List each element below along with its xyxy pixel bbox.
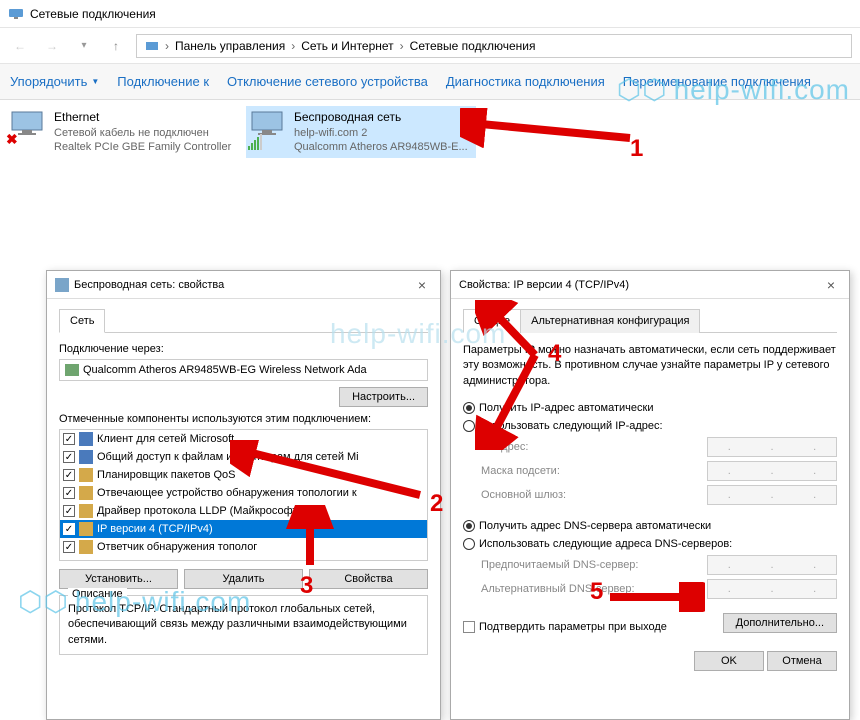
- disconnected-icon: ✖: [6, 131, 18, 148]
- content-area: ✖ Ethernet Сетевой кабель не подключен R…: [0, 100, 860, 620]
- crumb-network[interactable]: Сеть и Интернет: [301, 39, 393, 53]
- list-item: ✓Планировщик пакетов QoS: [60, 466, 427, 484]
- dns-alt-label: Альтернативный DNS-сервер:: [481, 583, 635, 595]
- list-item: ✓Ответчик обнаружения тополог: [60, 538, 427, 556]
- ip-address-input: ...: [707, 437, 837, 457]
- list-item-ipv4[interactable]: ✓IP версии 4 (TCP/IPv4): [60, 520, 427, 538]
- radio-ip-manual[interactable]: Использовать следующий IP-адрес:: [463, 417, 837, 435]
- install-button[interactable]: Установить...: [59, 569, 178, 589]
- ipv4-properties-dialog: Свойства: IP версии 4 (TCP/IPv4) × Общие…: [450, 270, 850, 720]
- adapter-name-text: Qualcomm Atheros AR9485WB-EG Wireless Ne…: [83, 364, 367, 376]
- tabs: Общие Альтернативная конфигурация: [463, 309, 837, 333]
- close-icon[interactable]: ×: [821, 275, 841, 295]
- adapter-status: Сетевой кабель не подключен: [54, 126, 231, 140]
- list-item: ✓Отвечающее устройство обнаружения топол…: [60, 484, 427, 502]
- annotation-1: 1: [630, 135, 643, 163]
- validate-checkbox[interactable]: Подтвердить параметры при выходе: [463, 621, 667, 633]
- subnet-mask-input: ...: [707, 461, 837, 481]
- crumb-connections[interactable]: Сетевые подключения: [410, 39, 536, 53]
- adapter-wireless[interactable]: Беспроводная сеть help-wifi.com 2 Qualco…: [246, 106, 476, 158]
- toolbar: Упорядочить▼ Подключение к Отключение се…: [0, 64, 860, 100]
- list-item: ✓Драйвер протокола LLDP (Майкрософт): [60, 502, 427, 520]
- close-icon[interactable]: ×: [412, 275, 432, 295]
- adapter-device: Qualcomm Atheros AR9485WB-E...: [294, 140, 468, 154]
- adapter-name: Беспроводная сеть: [294, 110, 468, 126]
- window-title: Сетевые подключения: [30, 7, 156, 21]
- dialog-titlebar: Беспроводная сеть: свойства ×: [47, 271, 440, 299]
- gateway-input: ...: [707, 485, 837, 505]
- network-icon: [8, 6, 24, 22]
- connect-using-label: Подключение через:: [59, 343, 428, 355]
- crumb-control-panel[interactable]: Панель управления: [175, 39, 285, 53]
- ok-button[interactable]: OK: [694, 651, 764, 671]
- tabs: Сеть: [59, 309, 428, 333]
- adapter-name: Ethernet: [54, 110, 231, 126]
- dialog-title-text: Свойства: IP версии 4 (TCP/IPv4): [459, 279, 629, 291]
- connect-to-menu[interactable]: Подключение к: [117, 74, 209, 89]
- rename-button[interactable]: Переименование подключения: [623, 74, 811, 89]
- dialog-title-text: Беспроводная сеть: свойства: [74, 279, 224, 291]
- annotation-4: 4: [548, 340, 561, 368]
- list-item: ✓Общий доступ к файлам и принтерам для с…: [60, 448, 427, 466]
- radio-dns-manual[interactable]: Использовать следующие адреса DNS-сервер…: [463, 535, 837, 553]
- wireless-properties-dialog: Беспроводная сеть: свойства × Сеть Подкл…: [46, 270, 441, 720]
- back-button[interactable]: ←: [8, 34, 32, 58]
- adapter-ethernet[interactable]: ✖ Ethernet Сетевой кабель не подключен R…: [6, 106, 236, 158]
- window-titlebar: Сетевые подключения: [0, 0, 860, 28]
- subnet-mask-label: Маска подсети:: [481, 465, 560, 477]
- address-bar[interactable]: › Панель управления › Сеть и Интернет › …: [136, 34, 852, 58]
- intro-text: Параметры IP можно назначать автоматичес…: [463, 343, 837, 389]
- wireless-icon: [250, 110, 288, 148]
- list-item: ✓Клиент для сетей Microsoft: [60, 430, 427, 448]
- ethernet-icon: ✖: [10, 110, 48, 148]
- network-adapter-icon: [55, 278, 69, 292]
- signal-icon: [248, 134, 262, 150]
- diagnose-button[interactable]: Диагностика подключения: [446, 74, 605, 89]
- dns-pref-input: ...: [707, 555, 837, 575]
- advanced-button[interactable]: Дополнительно...: [723, 613, 837, 633]
- cancel-button[interactable]: Отмена: [767, 651, 837, 671]
- folder-icon: [145, 39, 159, 53]
- description-text: Протокол TCP/IP. Стандартный протокол гл…: [68, 602, 419, 648]
- annotation-3: 3: [300, 572, 313, 600]
- organize-menu[interactable]: Упорядочить▼: [10, 74, 99, 89]
- annotation-5: 5: [590, 578, 603, 606]
- tab-alt-config[interactable]: Альтернативная конфигурация: [520, 309, 700, 333]
- gateway-label: Основной шлюз:: [481, 489, 566, 501]
- radio-dns-auto[interactable]: Получить адрес DNS-сервера автоматически: [463, 517, 837, 535]
- adapter-status: help-wifi.com 2: [294, 126, 468, 140]
- dns-pref-label: Предпочитаемый DNS-сервер:: [481, 559, 638, 571]
- nic-icon: [65, 364, 79, 376]
- recent-button[interactable]: ▾: [72, 34, 96, 58]
- description-box: Описание Протокол TCP/IP. Стандартный пр…: [59, 595, 428, 655]
- adapter-field: Qualcomm Atheros AR9485WB-EG Wireless Ne…: [59, 359, 428, 381]
- remove-button[interactable]: Удалить: [184, 569, 303, 589]
- dns-alt-input: ...: [707, 579, 837, 599]
- adapters-list: ✖ Ethernet Сетевой кабель не подключен R…: [6, 106, 854, 158]
- annotation-2: 2: [430, 490, 443, 518]
- ip-address-label: IP-адрес:: [481, 441, 528, 453]
- up-button[interactable]: ↑: [104, 34, 128, 58]
- components-list[interactable]: ✓Клиент для сетей Microsoft ✓Общий досту…: [59, 429, 428, 561]
- configure-button[interactable]: Настроить...: [339, 387, 428, 407]
- components-label: Отмеченные компоненты используются этим …: [59, 413, 428, 425]
- properties-button[interactable]: Свойства: [309, 569, 428, 589]
- description-title: Описание: [68, 588, 127, 600]
- forward-button[interactable]: →: [40, 34, 64, 58]
- radio-ip-auto[interactable]: Получить IP-адрес автоматически: [463, 399, 837, 417]
- disable-device-button[interactable]: Отключение сетевого устройства: [227, 74, 428, 89]
- navigation-bar: ← → ▾ ↑ › Панель управления › Сеть и Инт…: [0, 28, 860, 64]
- tab-general[interactable]: Общие: [463, 309, 521, 333]
- dialog-titlebar: Свойства: IP версии 4 (TCP/IPv4) ×: [451, 271, 849, 299]
- tab-network[interactable]: Сеть: [59, 309, 105, 333]
- adapter-device: Realtek PCIe GBE Family Controller: [54, 140, 231, 154]
